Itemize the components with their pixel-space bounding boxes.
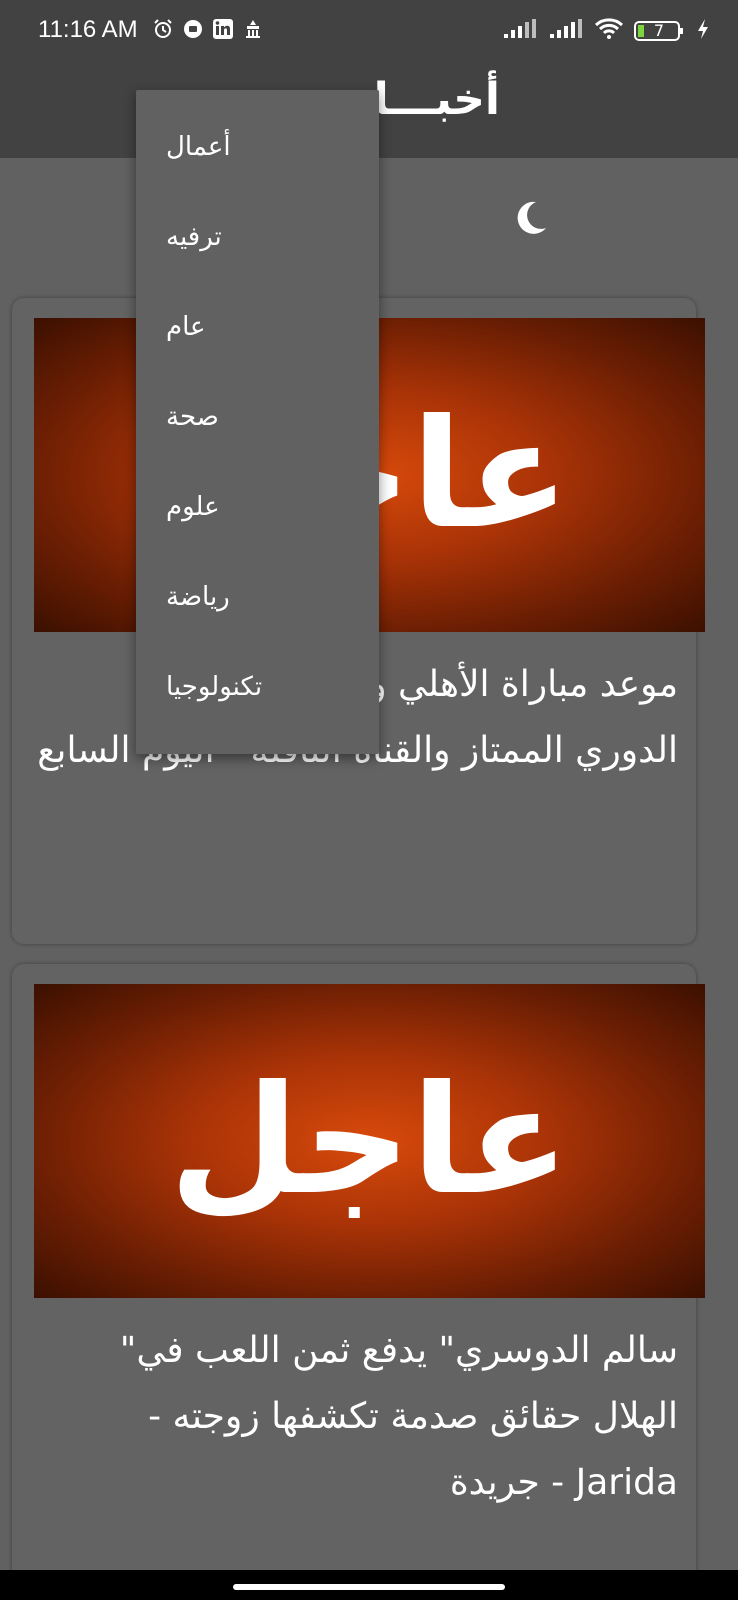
alarm-icon — [152, 18, 174, 40]
status-system-icons: 7 — [502, 18, 710, 44]
menu-item-science[interactable]: علوم — [166, 492, 220, 522]
building-icon — [242, 18, 264, 40]
menu-item-business[interactable]: أعمال — [166, 132, 231, 162]
menu-item-technology[interactable]: تكنولوجيا — [166, 672, 262, 702]
menu-item-entertainment[interactable]: ترفيه — [166, 222, 222, 252]
status-time: 11:16 AM — [38, 16, 138, 43]
battery-level-text: 7 — [653, 21, 665, 40]
home-gesture-handle[interactable] — [233, 1584, 505, 1590]
dark-mode-toggle[interactable] — [508, 196, 550, 238]
menu-item-health[interactable]: صحة — [166, 402, 219, 432]
signal-icon-1 — [502, 18, 538, 44]
category-dropdown-menu: أعمال ترفيه عام صحة علوم رياضة تكنولوجيا — [136, 90, 379, 754]
signal-icon-2 — [548, 18, 584, 44]
article-card[interactable]: عاجل سالم الدوسري" يدفع ثمن اللعب في" ال… — [12, 964, 705, 1584]
menu-item-sports[interactable]: رياضة — [166, 582, 230, 612]
moon-icon — [517, 201, 546, 234]
wifi-icon — [594, 18, 624, 44]
article-title: سالم الدوسري" يدفع ثمن اللعب في" الهلال … — [119, 1330, 678, 1503]
battery-icon: 7 — [634, 20, 686, 42]
app-notification-icon — [182, 18, 204, 40]
article-image: عاجل — [34, 984, 705, 1298]
linkedin-icon — [212, 18, 234, 40]
status-notification-icons — [152, 18, 264, 40]
article-image-text: عاجل — [169, 1054, 570, 1228]
status-bar: 11:16 AM 7 — [0, 0, 738, 62]
charging-icon — [696, 18, 710, 44]
menu-item-general[interactable]: عام — [166, 312, 206, 342]
